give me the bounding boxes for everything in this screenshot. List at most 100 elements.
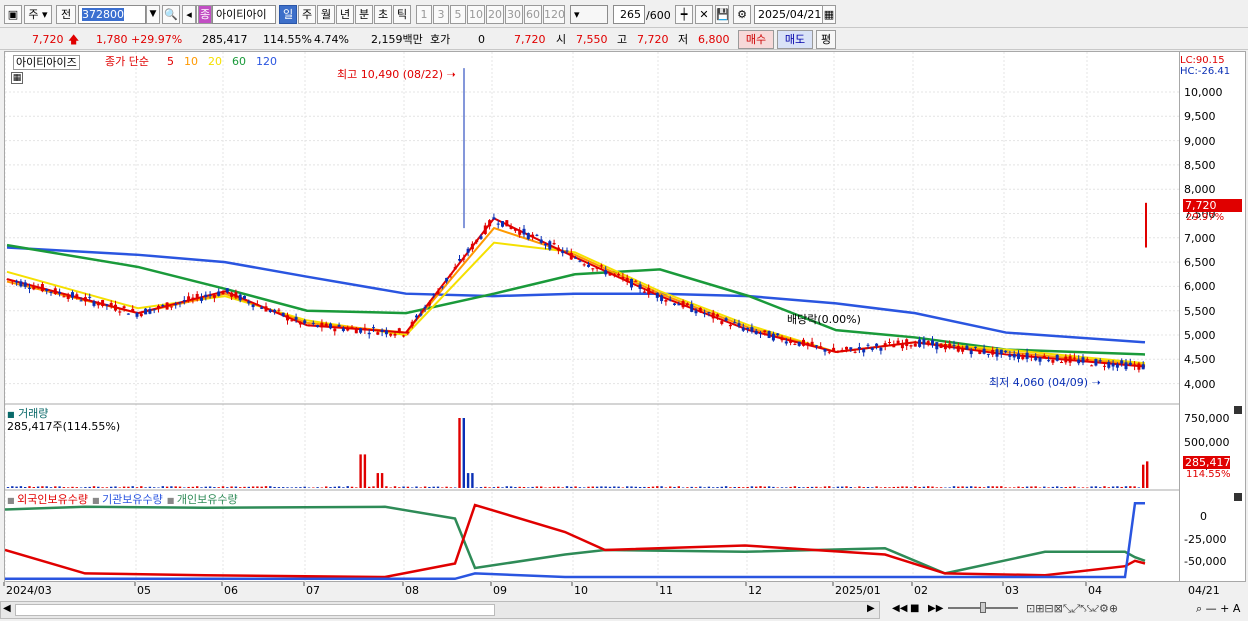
save-icon[interactable]: 💾 bbox=[715, 5, 729, 24]
date-input[interactable]: 2025/04/21 bbox=[754, 5, 824, 24]
candle-body bbox=[733, 322, 737, 324]
scroll-thumb[interactable] bbox=[15, 604, 495, 616]
candle-body bbox=[870, 347, 874, 350]
volume-bar bbox=[699, 486, 702, 488]
candle-body bbox=[440, 286, 444, 288]
ma-legend-10[interactable]: 10 bbox=[184, 55, 198, 68]
candle-body bbox=[496, 223, 500, 225]
count-input[interactable]: 265 bbox=[613, 5, 645, 24]
search-icon[interactable]: 🔍 bbox=[162, 5, 180, 24]
interval-3[interactable]: 10 bbox=[467, 5, 485, 24]
volume-bar bbox=[62, 487, 66, 488]
volume-bar bbox=[458, 418, 461, 488]
timeframe-5[interactable]: 초 bbox=[374, 5, 392, 24]
holdings-legend-label: 개인보유수량 bbox=[176, 493, 238, 506]
gear-icon[interactable]: ⚙ bbox=[733, 5, 751, 24]
timeframe-4[interactable]: 분 bbox=[355, 5, 373, 24]
sell-button[interactable]: 매도 bbox=[777, 30, 813, 49]
candle-body bbox=[333, 328, 337, 332]
timeframe-3[interactable]: 년 bbox=[336, 5, 354, 24]
volume-bar bbox=[213, 487, 216, 488]
candle-body bbox=[823, 349, 827, 352]
volume-bar bbox=[686, 487, 689, 488]
prev-button[interactable]: 전 bbox=[56, 5, 76, 24]
holdings-axis-label: -50,000 bbox=[1184, 555, 1227, 568]
candle-body bbox=[1004, 350, 1008, 353]
x-axis-label: 12 bbox=[748, 584, 762, 597]
interval-1[interactable]: 3 bbox=[433, 5, 449, 24]
volume-bar bbox=[729, 487, 732, 488]
speaker-icon[interactable]: ◂ bbox=[182, 5, 196, 24]
interval-0[interactable]: 1 bbox=[416, 5, 432, 24]
interval-custom-select[interactable]: ▾ bbox=[570, 5, 608, 24]
volume-bar bbox=[432, 486, 435, 488]
interval-2[interactable]: 5 bbox=[450, 5, 466, 24]
interval-4[interactable]: 20 bbox=[486, 5, 504, 24]
timeframe-2[interactable]: 월 bbox=[317, 5, 335, 24]
panel-marker-icon: ■ bbox=[7, 410, 15, 419]
timeframe-1[interactable]: 주 bbox=[298, 5, 316, 24]
volume-bar bbox=[595, 486, 599, 488]
candle-body bbox=[1072, 357, 1076, 359]
zoom-controls[interactable]: ⌕ — + A bbox=[1196, 602, 1240, 615]
ma-legend-5[interactable]: 5 bbox=[167, 55, 174, 68]
volume-bar bbox=[329, 487, 332, 488]
zoom-slider-handle[interactable] bbox=[980, 602, 986, 613]
volume-bar bbox=[419, 487, 422, 488]
candle-body bbox=[131, 308, 135, 312]
candle-body bbox=[965, 345, 969, 350]
holdings-legend-0[interactable]: ■ 외국인보유수량 bbox=[7, 493, 88, 506]
volume-bar bbox=[114, 486, 117, 488]
interval-5[interactable]: 30 bbox=[505, 5, 523, 24]
current-price: 7,720 bbox=[32, 33, 64, 46]
stock-code-value: 372800 bbox=[82, 8, 124, 21]
volume-bar bbox=[342, 487, 345, 488]
candle-body bbox=[935, 342, 939, 350]
holdings-panel-close-icon[interactable] bbox=[1234, 493, 1242, 501]
calendar-icon[interactable]: ▦ bbox=[822, 5, 836, 24]
stock-legend-name[interactable]: 아이티아이즈 bbox=[13, 55, 80, 70]
holdings-legend-1[interactable]: ■ 기관보유수량 bbox=[92, 493, 163, 506]
candle-body bbox=[247, 301, 251, 304]
interval-6[interactable]: 60 bbox=[524, 5, 542, 24]
period-unit-select[interactable]: 주 ▾ bbox=[24, 5, 52, 24]
crosshair-icon[interactable]: ✕ bbox=[695, 5, 713, 24]
window-icon[interactable]: ▣ bbox=[4, 5, 22, 24]
even-button[interactable]: 평 bbox=[816, 30, 836, 49]
timeframe-6[interactable]: 틱 bbox=[393, 5, 411, 24]
table-icon[interactable]: ▦ bbox=[11, 72, 23, 84]
volume-bar bbox=[974, 486, 977, 488]
ma-legend-60[interactable]: 60 bbox=[232, 55, 246, 68]
ma-legend-120[interactable]: 120 bbox=[256, 55, 277, 68]
chevron-down-icon[interactable]: ▼ bbox=[146, 5, 160, 24]
chart-area[interactable]: 아이티아이즈 종가 단순 5 10 20 60 120 ▦ 최고 10,490 (08/… bbox=[4, 51, 1181, 583]
playback-control-0[interactable]: ◀◀ bbox=[892, 602, 907, 615]
interval-7[interactable]: 120 bbox=[543, 5, 565, 24]
candle-body bbox=[900, 343, 904, 349]
scroll-right-button[interactable]: ▶ bbox=[867, 603, 875, 614]
tool-icons[interactable]: ⊡⊞⊟⊠⤡⤢⤣⤥⤦⚙⊕ bbox=[1026, 602, 1118, 615]
candle-body bbox=[535, 234, 539, 236]
volume-bar bbox=[58, 486, 61, 488]
buy-button[interactable]: 매수 bbox=[738, 30, 774, 49]
ma-legend-20[interactable]: 20 bbox=[208, 55, 222, 68]
stock-name-field[interactable]: 아이티아이 bbox=[212, 5, 276, 24]
volume-bar bbox=[230, 486, 233, 488]
horizontal-scrollbar[interactable]: ◀ ▶ bbox=[0, 601, 880, 619]
volume-panel-close-icon[interactable] bbox=[1234, 406, 1242, 414]
volume-bar bbox=[578, 487, 582, 488]
stock-code-input[interactable]: 372800 bbox=[78, 5, 146, 24]
scroll-left-button[interactable]: ◀ bbox=[3, 603, 11, 614]
candle-body bbox=[195, 293, 199, 298]
playback-control-2[interactable]: ▶▶ bbox=[928, 602, 943, 615]
candle-icon[interactable]: ┿ bbox=[675, 5, 693, 24]
candle-body bbox=[866, 344, 870, 346]
candle-body bbox=[488, 220, 492, 227]
holdings-legend-2[interactable]: ■ 개인보유수량 bbox=[167, 493, 238, 506]
candle-body bbox=[1029, 356, 1033, 358]
timeframe-0[interactable]: 일 bbox=[279, 5, 297, 24]
volume-bar bbox=[901, 486, 904, 488]
candle-body bbox=[724, 318, 728, 321]
holdings-axis-label: -25,000 bbox=[1184, 532, 1227, 546]
playback-control-1[interactable]: ■ bbox=[910, 602, 919, 615]
